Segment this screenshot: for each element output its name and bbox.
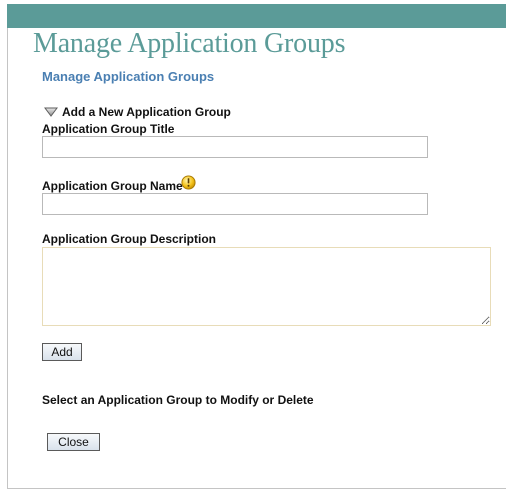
add-group-toggle-label: Add a New Application Group — [62, 105, 231, 119]
close-button[interactable]: Close — [47, 433, 100, 451]
group-title-label: Application Group Title — [42, 122, 175, 136]
group-name-input[interactable] — [42, 193, 428, 215]
triangle-down-icon — [44, 107, 58, 117]
group-title-input[interactable] — [42, 136, 428, 158]
section-title: Manage Application Groups — [42, 69, 215, 84]
info-icon[interactable] — [181, 175, 196, 190]
modify-delete-label: Select an Application Group to Modify or… — [42, 393, 314, 407]
group-name-label: Application Group Name — [42, 179, 183, 193]
group-description-label: Application Group Description — [42, 232, 217, 246]
header-bar — [7, 4, 506, 28]
add-button[interactable]: Add — [42, 343, 82, 361]
add-group-toggle[interactable]: Add a New Application Group — [44, 104, 231, 120]
page-title: Manage Application Groups — [33, 28, 346, 59]
group-description-textarea[interactable] — [42, 247, 491, 326]
